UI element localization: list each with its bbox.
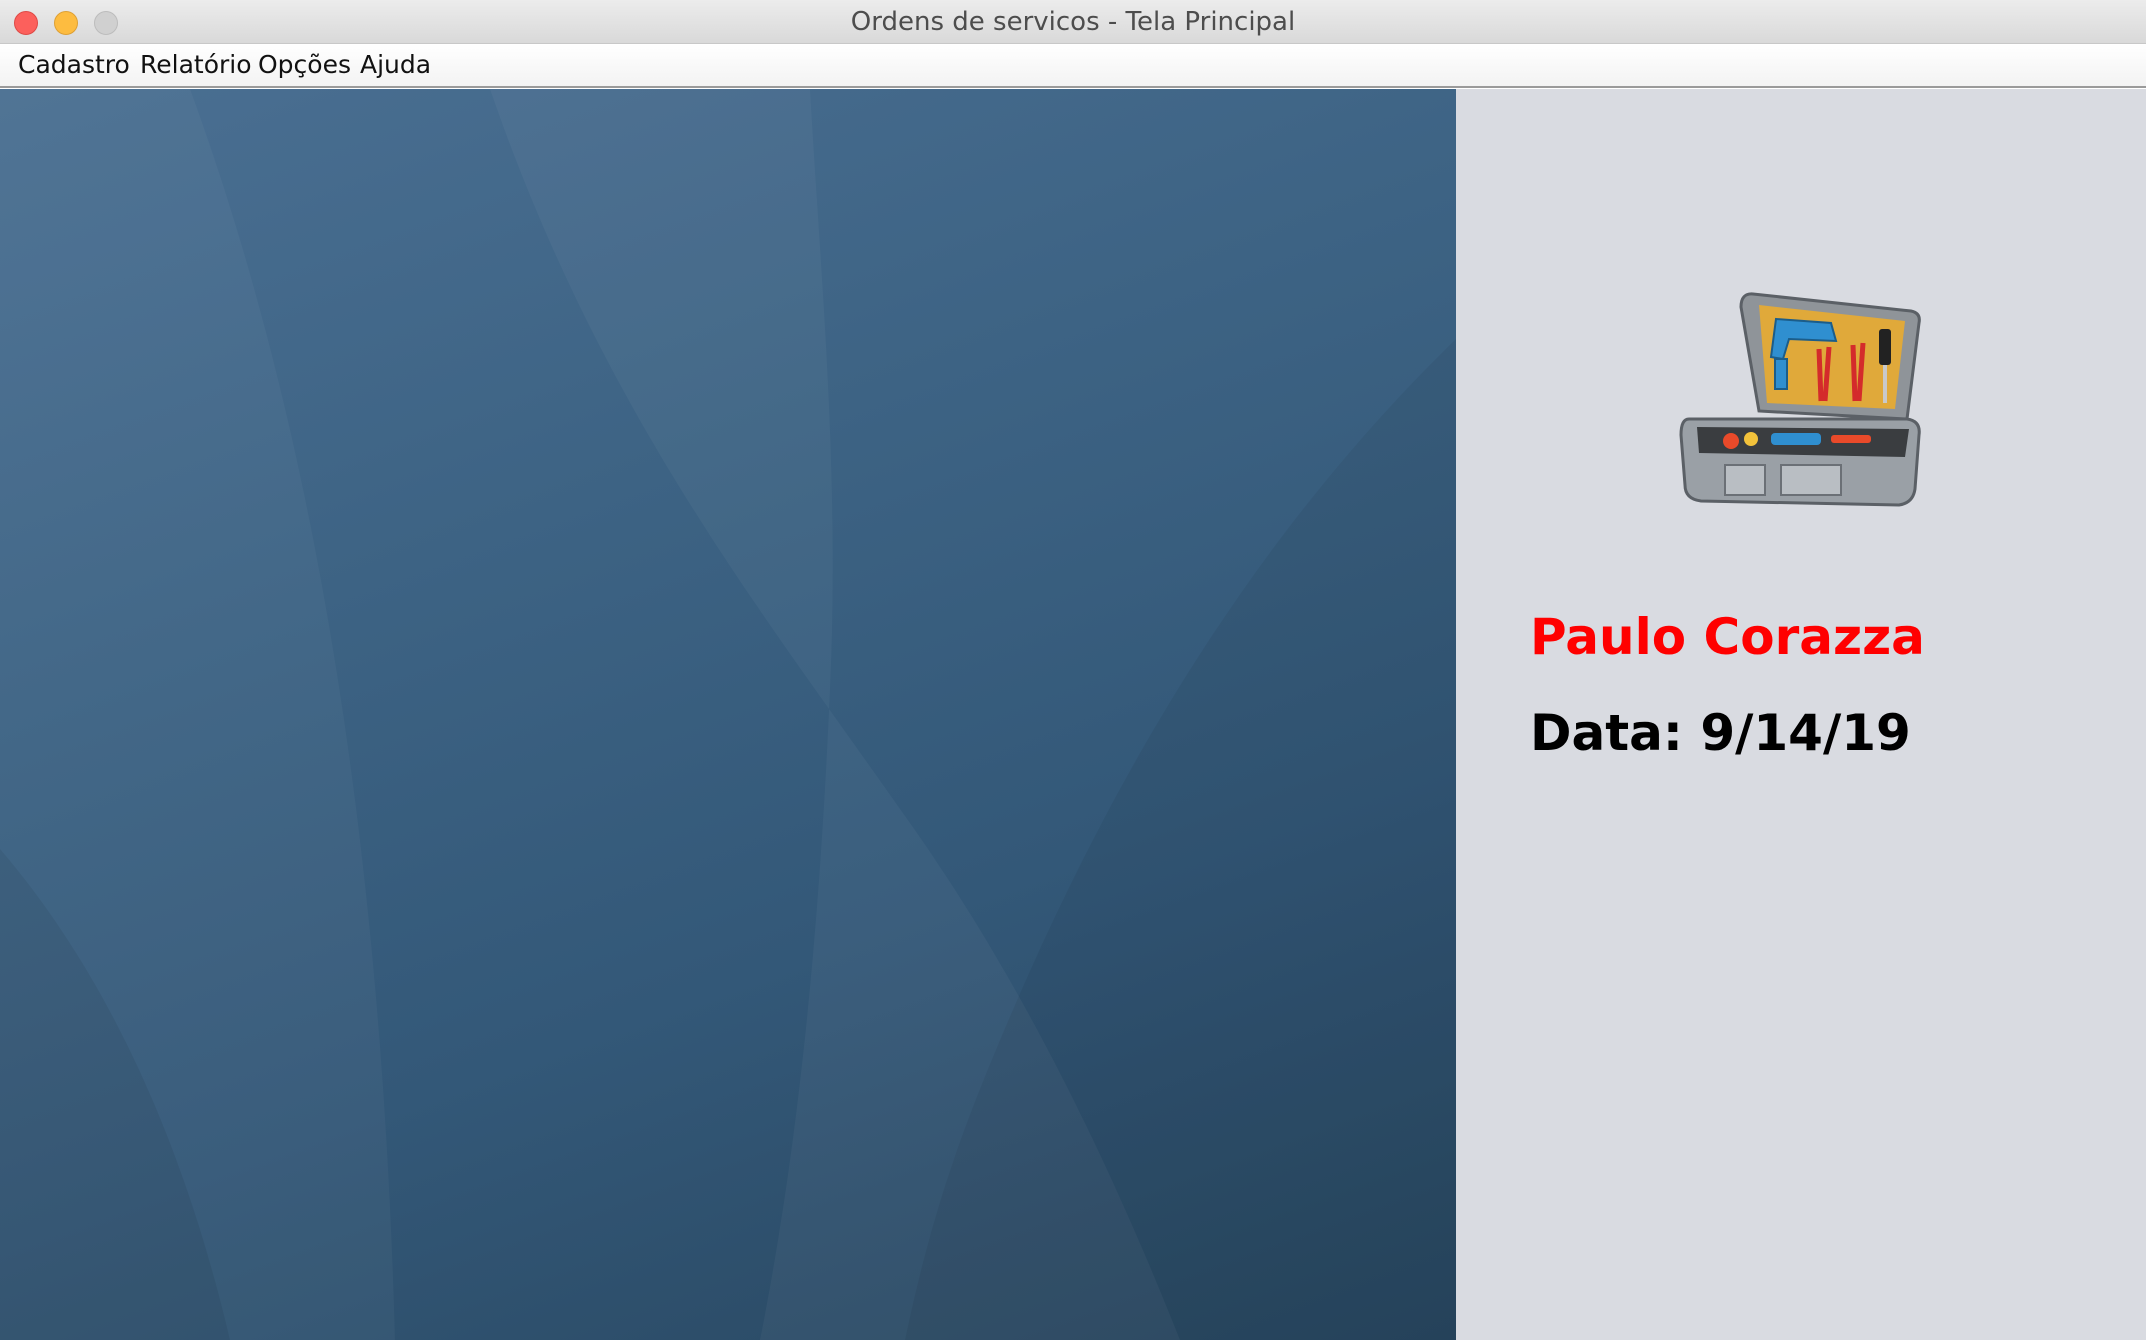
main-window: Ordens de servicos - Tela Principal Cada… [0, 0, 2146, 1340]
side-panel: Paulo Corazza Data: 9/14/19 [1456, 89, 2146, 1340]
title-bar[interactable]: Ordens de servicos - Tela Principal [0, 0, 2146, 44]
current-date: Data: 9/14/19 [1530, 703, 1911, 763]
menu-bar: Cadastro Relatório Opções Ajuda [0, 44, 2146, 88]
desktop-pane[interactable] [0, 89, 1456, 1340]
user-name: Paulo Corazza [1530, 608, 1925, 666]
menu-cadastro[interactable]: Cadastro [18, 48, 130, 82]
menu-relatorio[interactable]: Relatório [140, 48, 252, 82]
window-title: Ordens de servicos - Tela Principal [850, 7, 1296, 37]
menu-opcoes[interactable]: Opções [258, 48, 351, 82]
menu-ajuda[interactable]: Ajuda [360, 48, 431, 82]
date-value: 9/14/19 [1700, 704, 1911, 762]
date-label: Data: [1530, 704, 1683, 762]
desktop-wallpaper [0, 89, 1456, 1340]
toolbox-icon [1671, 289, 1931, 519]
